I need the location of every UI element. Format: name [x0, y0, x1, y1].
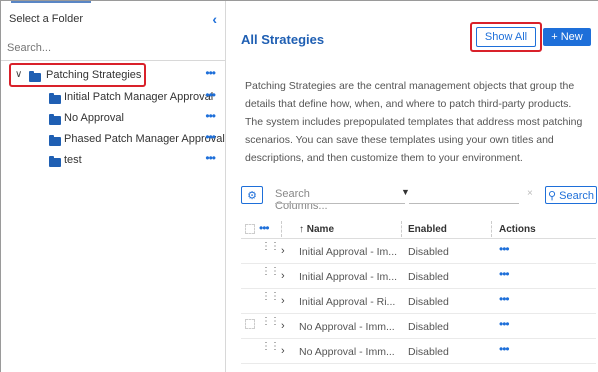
more-options-icon[interactable]: •••	[259, 221, 270, 235]
cell-name[interactable]: Initial Approval - Ri...	[299, 296, 395, 308]
gear-icon[interactable]: ⚙	[241, 186, 263, 204]
tree-item-initial-patch-manager-approval[interactable]: Initial Patch Manager Approval •••	[1, 88, 225, 107]
more-options-icon[interactable]: •••	[205, 151, 216, 165]
row-actions-icon[interactable]: •••	[499, 292, 510, 306]
chevron-right-icon[interactable]: ›	[281, 320, 285, 332]
tree-item-no-approval[interactable]: No Approval •••	[1, 109, 225, 128]
tree-item-label: Initial Patch Manager Approval	[64, 91, 214, 103]
search-button[interactable]: ⚲ Search	[545, 186, 597, 204]
cell-name[interactable]: No Approval - Imm...	[299, 346, 395, 358]
cell-name[interactable]: Initial Approval - Im...	[299, 271, 397, 283]
drag-handle-icon[interactable]: ⋮⋮	[261, 317, 280, 327]
chevron-down-icon[interactable]: ▼	[401, 187, 410, 197]
tree-item-phased-patch-manager-approval[interactable]: Phased Patch Manager Approval •••	[1, 130, 225, 149]
column-separator	[281, 221, 282, 237]
cell-enabled: Disabled	[408, 271, 449, 283]
tree-item-label: Phased Patch Manager Approval	[64, 133, 225, 145]
drag-handle-icon[interactable]: ⋮⋮	[261, 267, 280, 277]
row-actions-icon[interactable]: •••	[499, 317, 510, 331]
description-text: Patching Strategies are the central mana…	[245, 80, 583, 164]
more-options-icon[interactable]: •••	[205, 109, 216, 123]
tree-item-test[interactable]: test •••	[1, 151, 225, 170]
chevron-right-icon[interactable]: ›	[281, 345, 285, 357]
folder-icon	[49, 156, 61, 167]
table-row[interactable]: ⋮⋮ › No Approval - Imm... Disabled •••	[241, 314, 596, 339]
more-options-icon[interactable]: •••	[205, 130, 216, 144]
more-options-icon[interactable]: •••	[205, 66, 216, 80]
column-header-enabled[interactable]: Enabled	[408, 224, 447, 235]
folder-icon	[49, 114, 61, 125]
table-row[interactable]: ⋮⋮ › Initial Approval - Im... Disabled •…	[241, 264, 596, 289]
row-actions-icon[interactable]: •••	[499, 342, 510, 356]
column-search-input[interactable]: Search Columns...	[275, 188, 365, 212]
table-row[interactable]: ⋮⋮ › Initial Approval - Im... Disabled •…	[241, 239, 596, 264]
grid-toolbar: ⚙ Search Columns... ▼ × ⚲ Search	[241, 186, 597, 212]
row-actions-icon[interactable]: •••	[499, 267, 510, 281]
row-actions-icon[interactable]: •••	[499, 242, 510, 256]
highlight-box	[9, 63, 146, 87]
search-button-label: Search	[559, 189, 594, 202]
clear-icon[interactable]: ×	[527, 188, 533, 199]
cell-name[interactable]: No Approval - Imm...	[299, 321, 395, 333]
chevron-right-icon[interactable]: ›	[281, 295, 285, 307]
table-row[interactable]: ⋮⋮ › No Approval - Imm... Disabled •••	[241, 339, 596, 364]
new-button[interactable]: + New	[543, 28, 591, 46]
table-row[interactable]: ⋮⋮ › Initial Approval - Ri... Disabled •…	[241, 289, 596, 314]
page-title: All Strategies	[241, 32, 325, 47]
divider	[1, 60, 225, 61]
folder-panel-header: Select a Folder ‹	[9, 11, 219, 27]
highlight-box	[470, 22, 542, 52]
folder-icon	[49, 135, 61, 146]
cell-enabled: Disabled	[408, 321, 449, 333]
tree-item-label: No Approval	[64, 112, 124, 124]
folder-panel-title: Select a Folder	[9, 13, 83, 25]
app-window: Select a Folder ‹ ∨ Patching Strategies …	[0, 0, 598, 372]
search-term-input[interactable]	[409, 203, 519, 204]
column-header-actions: Actions	[499, 224, 536, 235]
cell-enabled: Disabled	[408, 346, 449, 358]
tree-item-label: test	[64, 154, 82, 166]
drag-handle-icon[interactable]: ⋮⋮	[261, 292, 280, 302]
drag-handle-icon[interactable]: ⋮⋮	[261, 242, 280, 252]
column-separator	[491, 221, 492, 237]
drag-handle-icon[interactable]: ⋮⋮	[261, 342, 280, 352]
cell-enabled: Disabled	[408, 296, 449, 308]
top-accent-strip	[11, 1, 91, 3]
grid-header: ••• ↑ Name Enabled Actions	[241, 219, 596, 239]
select-all-checkbox[interactable]	[245, 224, 255, 234]
chevron-left-icon[interactable]: ‹	[212, 11, 217, 27]
folder-icon	[49, 93, 61, 104]
folder-panel: Select a Folder ‹ ∨ Patching Strategies …	[1, 1, 226, 372]
chevron-right-icon[interactable]: ›	[281, 270, 285, 282]
column-separator	[401, 221, 402, 237]
folder-search-input[interactable]	[7, 39, 217, 57]
row-checkbox[interactable]	[245, 319, 255, 329]
more-options-icon[interactable]: •••	[205, 88, 216, 102]
divider	[275, 203, 405, 204]
column-header-name[interactable]: ↑ Name	[299, 224, 334, 235]
strategies-panel: All Strategies Show All + New Patching S…	[227, 1, 598, 372]
strategies-grid: ••• ↑ Name Enabled Actions ⋮⋮ › Initial …	[241, 219, 596, 364]
cell-name[interactable]: Initial Approval - Im...	[299, 246, 397, 258]
cell-enabled: Disabled	[408, 246, 449, 258]
chevron-right-icon[interactable]: ›	[281, 245, 285, 257]
